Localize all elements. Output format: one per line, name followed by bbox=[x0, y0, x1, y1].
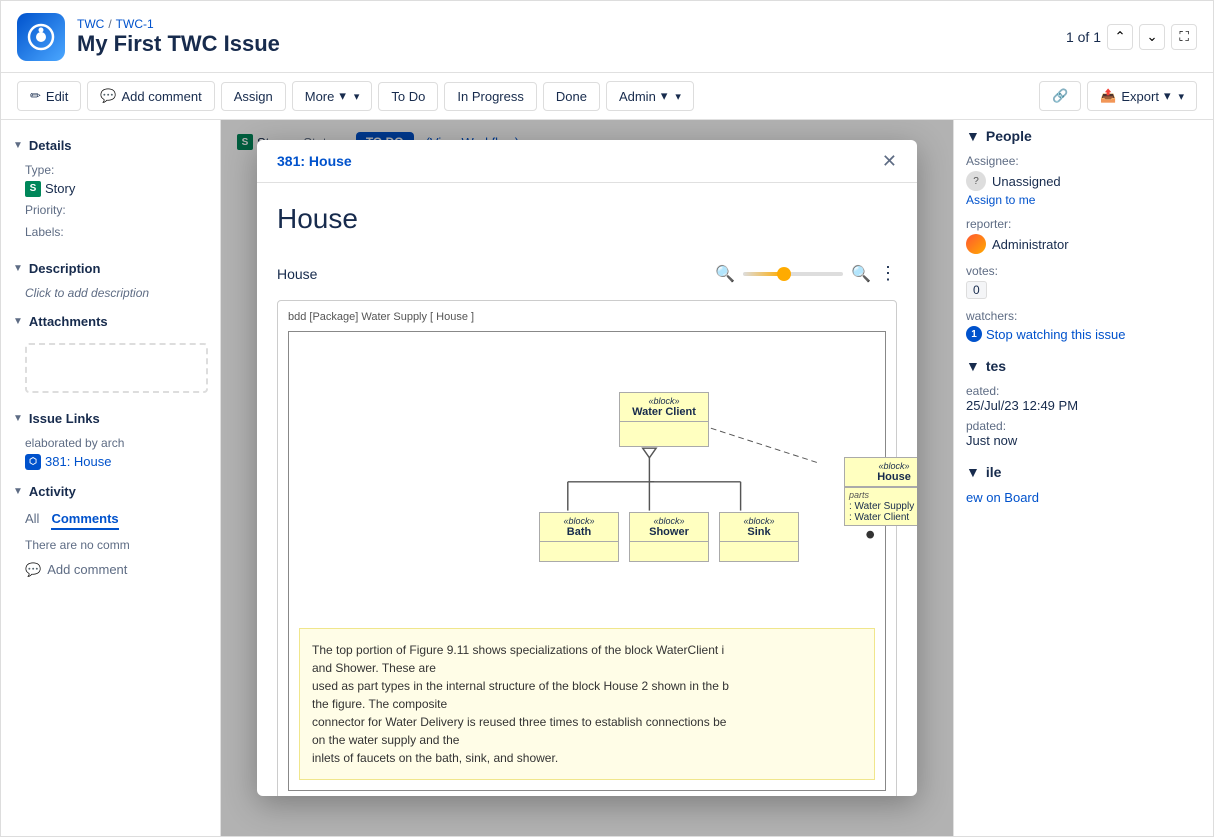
zoom-in-icon[interactable]: 🔍 bbox=[851, 264, 871, 284]
reporter-value: Administrator bbox=[992, 237, 1069, 252]
tab-comments[interactable]: Comments bbox=[51, 509, 118, 530]
activity-section-header[interactable]: ▼ Activity bbox=[1, 478, 220, 505]
modal-close-button[interactable]: ✕ bbox=[882, 152, 897, 170]
people-chevron-icon: ▼ bbox=[966, 128, 980, 144]
modal-title[interactable]: 381: House bbox=[277, 153, 352, 169]
export-chevron-icon: ▾ bbox=[1164, 88, 1171, 104]
admin-chevron-icon: ▾ bbox=[661, 88, 668, 104]
created-field: eated: 25/Jul/23 12:49 PM bbox=[966, 384, 1201, 413]
priority-field: Priority: bbox=[25, 203, 208, 219]
modal-dialog: 381: House ✕ House House 🔍 🔍 ⋮ bbox=[257, 140, 917, 796]
uml-block-water-client: «block» Water Client bbox=[619, 392, 709, 447]
to-do-button[interactable]: To Do bbox=[378, 82, 438, 111]
edit-icon: ✏ bbox=[30, 88, 41, 104]
modal-overlay: 381: House ✕ House House 🔍 🔍 ⋮ bbox=[221, 120, 953, 836]
activity-chevron-icon: ▼ bbox=[13, 486, 23, 497]
story-icon: S bbox=[25, 181, 41, 197]
issue-links-chevron-icon: ▼ bbox=[13, 413, 23, 424]
stop-watching-link[interactable]: Stop watching this issue bbox=[986, 327, 1125, 342]
done-button[interactable]: Done bbox=[543, 82, 600, 111]
assignee-avatar: ? bbox=[966, 171, 986, 191]
diagram-more-button[interactable]: ⋮ bbox=[879, 263, 897, 284]
view-on-board-link[interactable]: ew on Board bbox=[966, 490, 1039, 505]
admin-button[interactable]: Admin ▾ bbox=[606, 81, 694, 111]
pagination-prev-button[interactable]: ⌃ bbox=[1107, 24, 1133, 50]
file-chevron-icon: ▼ bbox=[966, 464, 980, 480]
in-progress-button[interactable]: In Progress bbox=[444, 82, 536, 111]
bdd-label: bdd [Package] Water Supply [ House ] bbox=[288, 311, 886, 323]
zoom-slider[interactable] bbox=[743, 272, 843, 276]
assignee-value: Unassigned bbox=[992, 174, 1061, 189]
votes-field: votes: 0 bbox=[966, 264, 1201, 299]
watchers-field: watchers: 1 Stop watching this issue bbox=[966, 309, 1201, 342]
breadcrumb-issue[interactable]: TWC-1 bbox=[116, 17, 154, 31]
pagination-next-button[interactable]: ⌄ bbox=[1139, 24, 1165, 50]
votes-count: 0 bbox=[966, 281, 987, 299]
updated-field: pdated: Just now bbox=[966, 419, 1201, 448]
elaborated-label: elaborated by arch bbox=[25, 436, 208, 450]
pagination: 1 of 1 ⌃ ⌄ ⛶ bbox=[1066, 24, 1197, 50]
attachments-chevron-icon: ▼ bbox=[13, 316, 23, 327]
add-comment-button[interactable]: 💬 Add comment bbox=[87, 81, 214, 111]
issue-link-381[interactable]: ⬡ 381: House bbox=[25, 454, 208, 470]
zoom-out-icon[interactable]: 🔍 bbox=[715, 264, 735, 284]
file-section: ▼ ile ew on Board bbox=[966, 464, 1201, 505]
assign-to-me-link[interactable]: Assign to me bbox=[966, 193, 1201, 207]
issue-link-icon: ⬡ bbox=[25, 454, 41, 470]
reporter-field: reporter: Administrator bbox=[966, 217, 1201, 254]
reporter-avatar bbox=[966, 234, 986, 254]
uml-block-house: «block» House parts : Water Supply : Wat… bbox=[844, 457, 917, 526]
watchers-count: 1 bbox=[966, 326, 982, 342]
export-icon: 📤 bbox=[1100, 88, 1116, 104]
issue-links-section-header[interactable]: ▼ Issue Links bbox=[1, 405, 220, 432]
breadcrumb: TWC / TWC-1 My First TWC Issue bbox=[77, 17, 280, 57]
attachments-section-header[interactable]: ▼ Attachments bbox=[1, 308, 220, 335]
breadcrumb-separator: / bbox=[108, 17, 111, 31]
type-field: Type: S Story bbox=[25, 163, 208, 197]
add-comment-icon: 💬 bbox=[25, 562, 41, 578]
breadcrumb-project[interactable]: TWC bbox=[77, 17, 104, 31]
description-section-header[interactable]: ▼ Description bbox=[1, 255, 220, 282]
more-button[interactable]: More ▾ bbox=[292, 81, 373, 111]
page-title: My First TWC Issue bbox=[77, 31, 280, 57]
assignee-field: Assignee: ? Unassigned Assign to me bbox=[966, 154, 1201, 207]
fullscreen-button[interactable]: ⛶ bbox=[1171, 24, 1197, 50]
description-placeholder[interactable]: Click to add description bbox=[25, 286, 208, 300]
details-section-header[interactable]: ▼ Details bbox=[1, 132, 220, 159]
details-chevron-icon: ▼ bbox=[13, 140, 23, 151]
uml-block-bath: «block» Bath bbox=[539, 512, 619, 562]
labels-field: Labels: bbox=[25, 225, 208, 241]
diagram-name: House bbox=[277, 266, 317, 282]
uml-block-shower: «block» Shower bbox=[629, 512, 709, 562]
export-button[interactable]: 📤 Export ▾ bbox=[1087, 81, 1197, 111]
dates-chevron-icon: ▼ bbox=[966, 358, 980, 374]
comment-icon: 💬 bbox=[100, 88, 116, 104]
more-chevron-icon: ▾ bbox=[339, 88, 346, 104]
tab-all[interactable]: All bbox=[25, 509, 39, 530]
diagram-description: The top portion of Figure 9.11 shows spe… bbox=[299, 628, 875, 780]
attachment-dropzone[interactable] bbox=[25, 343, 208, 393]
assign-button[interactable]: Assign bbox=[221, 82, 286, 111]
dates-section: ▼ tes eated: 25/Jul/23 12:49 PM pdated: … bbox=[966, 358, 1201, 448]
no-comments-text: There are no comm bbox=[1, 534, 220, 556]
share-icon: 🔗 bbox=[1052, 88, 1068, 104]
uml-block-sink: «block» Sink bbox=[719, 512, 799, 562]
edit-button[interactable]: ✏ Edit bbox=[17, 81, 81, 111]
share-button[interactable]: 🔗 bbox=[1039, 81, 1081, 111]
people-section: ▼ People Assignee: ? Unassigned Assign t… bbox=[966, 128, 1201, 342]
modal-diagram-title: House bbox=[277, 203, 897, 235]
description-chevron-icon: ▼ bbox=[13, 263, 23, 274]
add-comment-area[interactable]: 💬 Add comment bbox=[1, 556, 220, 584]
app-logo bbox=[17, 13, 65, 61]
